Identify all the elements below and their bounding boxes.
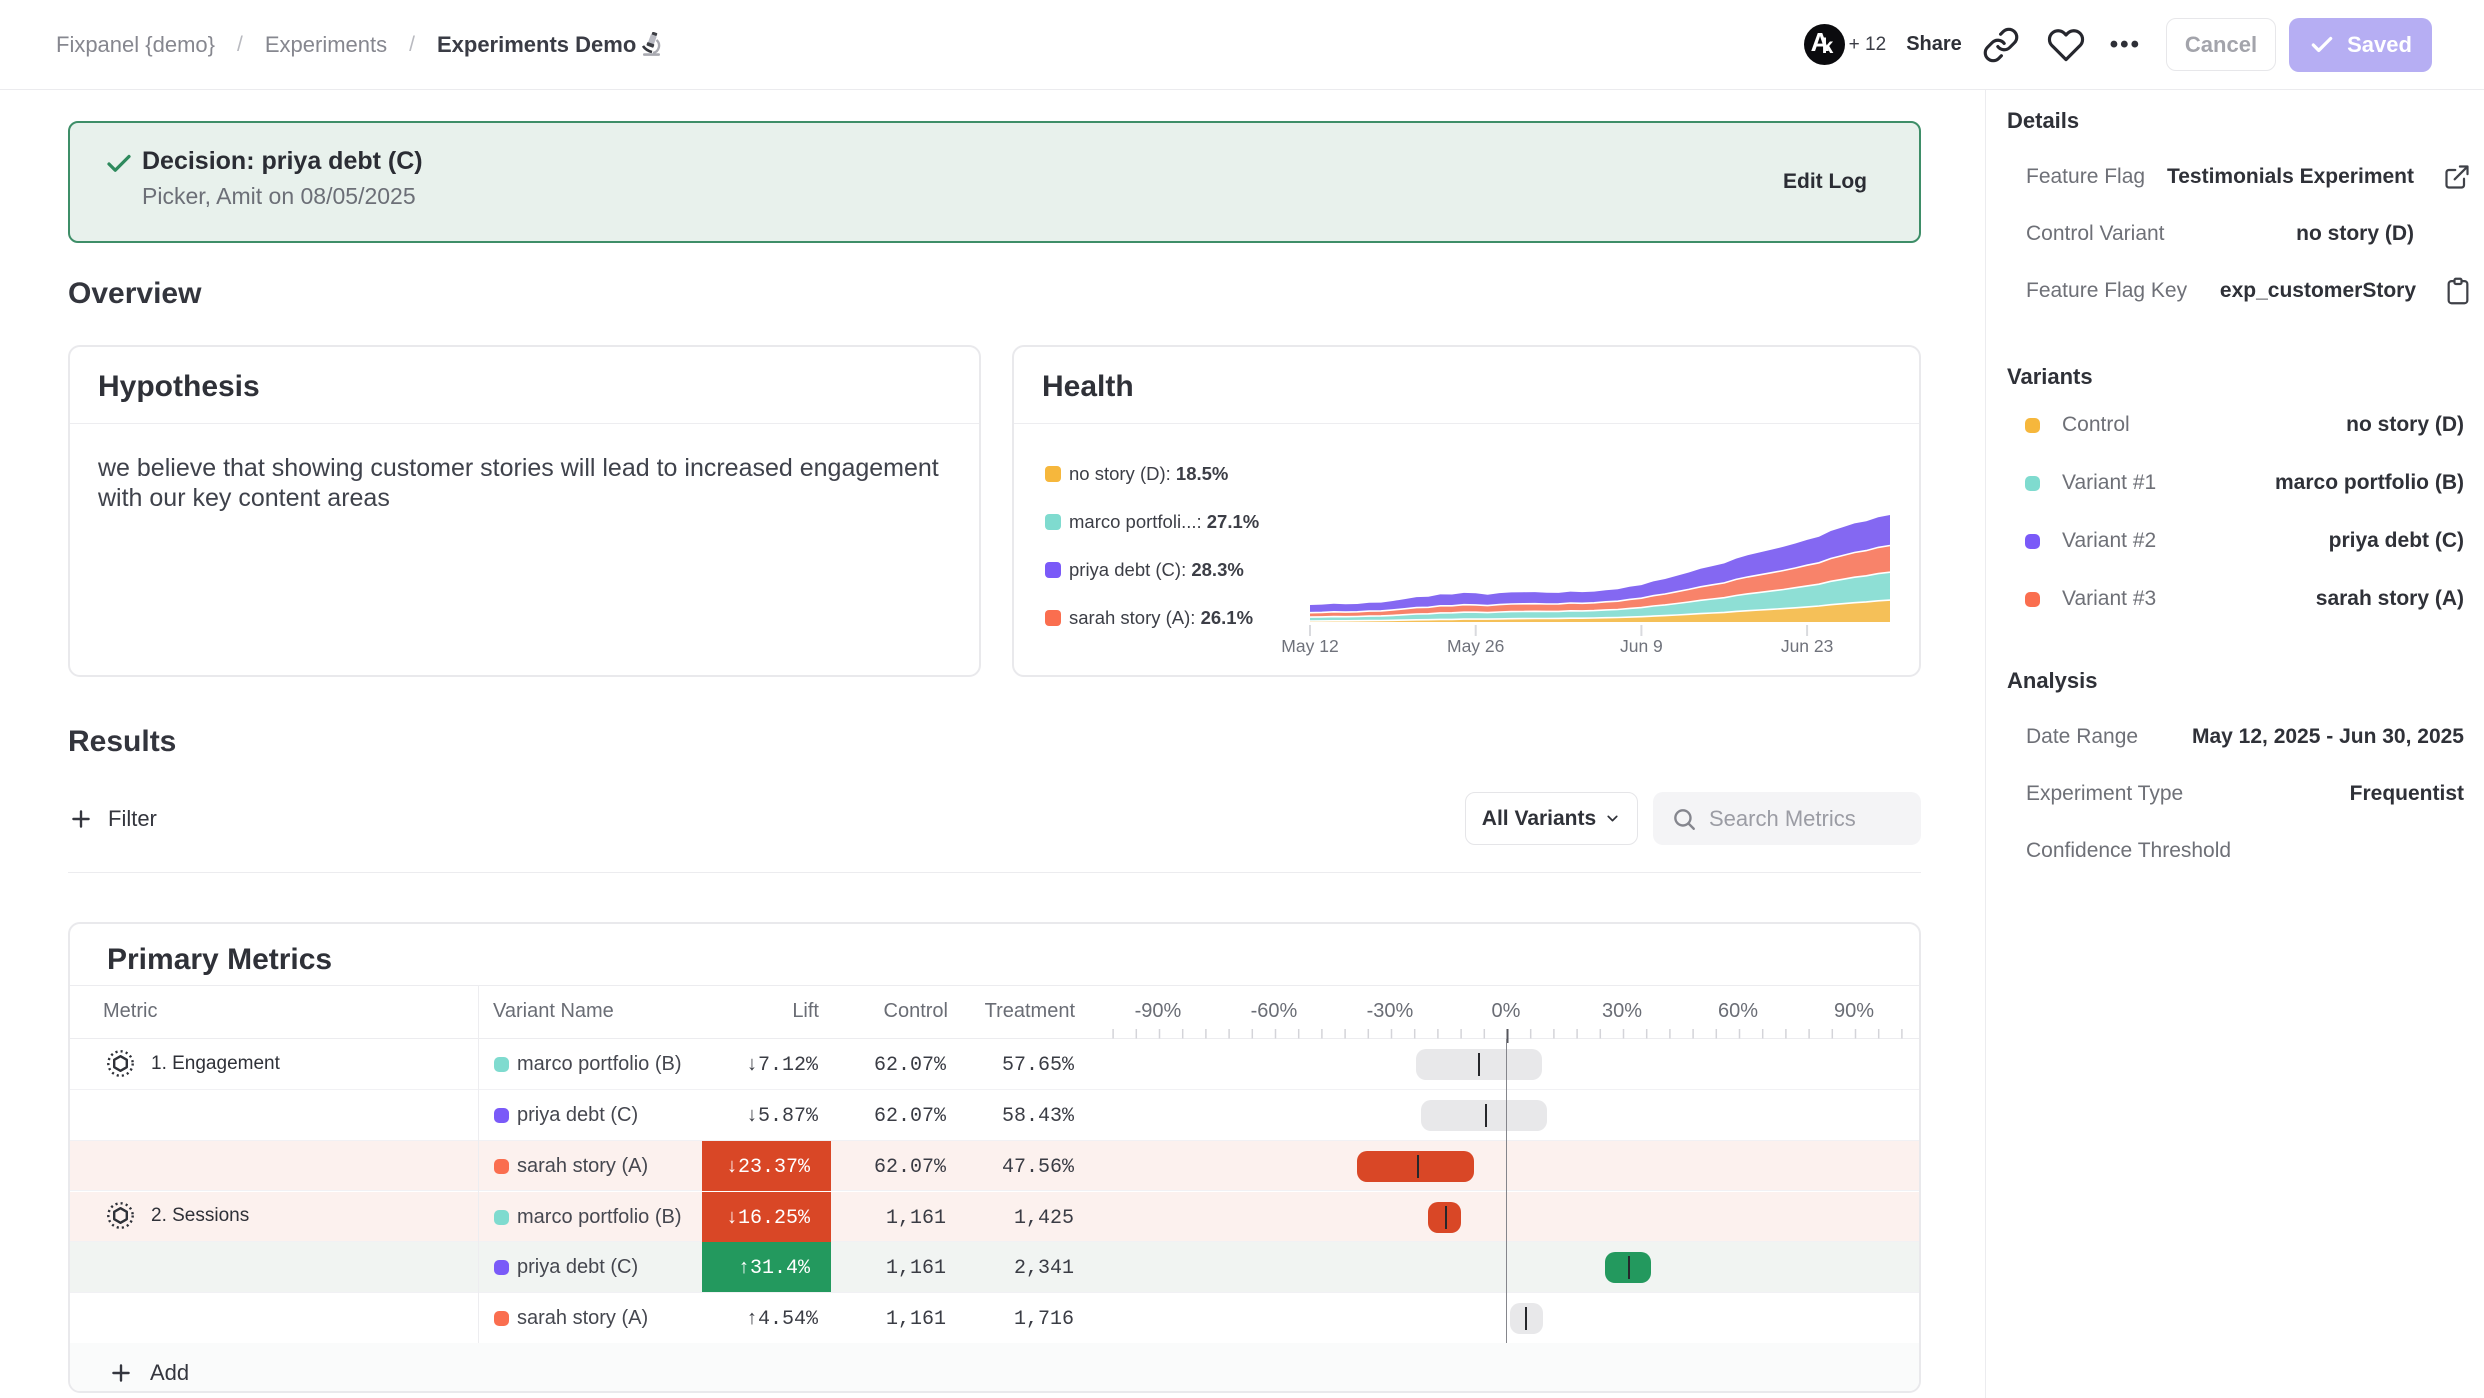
svg-text:Jun 9: Jun 9 (1620, 636, 1663, 656)
svg-text:Jun 23: Jun 23 (1781, 636, 1834, 656)
svg-text:May 26: May 26 (1447, 636, 1504, 656)
svg-text:May 12: May 12 (1281, 636, 1338, 656)
